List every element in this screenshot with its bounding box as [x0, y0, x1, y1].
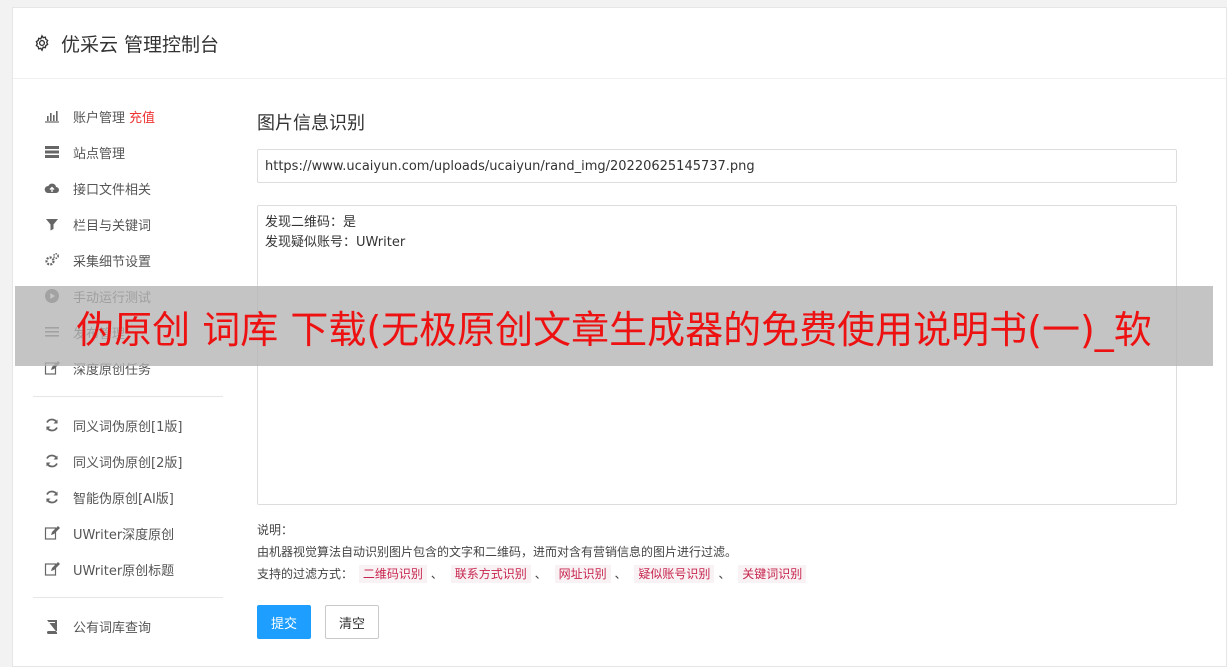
filter-methods: 支持的过滤方式： 二维码识别、 联系方式识别、 网址识别、 疑似账号识别、 关键…	[257, 563, 1177, 585]
sidebar-item-label: 站点管理	[73, 146, 126, 162]
refresh-icon	[43, 489, 61, 505]
bar-chart-icon	[43, 108, 61, 124]
description: 说明： 由机器视觉算法自动识别图片包含的文字和二维码，进而对含有营销信息的图片进…	[257, 519, 1177, 585]
filter-icon	[43, 216, 61, 232]
book-icon	[43, 618, 61, 634]
image-url-input[interactable]	[257, 149, 1177, 183]
description-label: 说明：	[257, 523, 294, 537]
sidebar-item-label: 账户管理	[73, 110, 126, 126]
sidebar-item[interactable]: 公有词库查询	[33, 608, 223, 644]
sidebar-item[interactable]: UWriter原创标题	[33, 551, 223, 587]
filter-tag-url: 网址识别	[554, 565, 611, 583]
gears-icon	[43, 252, 61, 268]
result-line: 发现疑似账号：UWriter	[265, 235, 406, 250]
page-header: 优采云 管理控制台	[13, 8, 1226, 79]
gear-icon	[35, 34, 49, 52]
sidebar-item-label: UWriter深度原创	[73, 527, 175, 543]
edit-icon	[43, 561, 61, 577]
filter-tag-keyword: 关键词识别	[738, 565, 807, 583]
sidebar-item-label: 接口文件相关	[73, 182, 152, 198]
filter-label: 支持的过滤方式：	[257, 567, 354, 581]
filter-tag-account: 疑似账号识别	[634, 565, 715, 583]
cloud-upload-icon	[43, 180, 61, 196]
refresh-icon	[43, 453, 61, 469]
sidebar-item-label: 智能伪原创[AI版]	[73, 491, 174, 507]
result-line: 发现二维码：是	[265, 215, 357, 230]
server-icon	[43, 144, 61, 160]
watermark-text: 伪原创 词库 下载(无极原创文章生成器的免费使用说明书(一)_软	[76, 307, 1152, 352]
description-text: 由机器视觉算法自动识别图片包含的文字和二维码，进而对含有营销信息的图片进行过滤。	[257, 545, 738, 559]
sidebar-item-label: 同义词伪原创[1版]	[73, 419, 183, 435]
sidebar-item-label: UWriter原创标题	[73, 563, 175, 579]
clear-button[interactable]: 清空	[325, 605, 380, 639]
page-title: 优采云 管理控制台	[61, 33, 220, 56]
sidebar-item[interactable]: 同义词伪原创[1版]	[33, 407, 223, 443]
sidebar: 账户管理充值站点管理接口文件相关栏目与关键词采集细节设置手动运行测试发布管理深度…	[33, 98, 223, 644]
refresh-icon	[43, 417, 61, 433]
sidebar-item-label: 采集细节设置	[73, 254, 152, 270]
sidebar-item-label: 同义词伪原创[2版]	[73, 455, 183, 471]
filter-tag-contact: 联系方式识别	[450, 565, 531, 583]
filter-tag-qrcode: 二维码识别	[358, 565, 427, 583]
sidebar-item[interactable]: 栏目与关键词	[33, 206, 223, 242]
section-title: 图片信息识别	[257, 113, 365, 134]
sidebar-item[interactable]: 同义词伪原创[2版]	[33, 443, 223, 479]
submit-button[interactable]: 提交	[257, 605, 312, 639]
recharge-link[interactable]: 充值	[129, 107, 155, 126]
main-panel: 图片信息识别 发现二维码：是 发现疑似账号：UWriter 说明： 由机器视觉算…	[257, 109, 1177, 639]
sidebar-item[interactable]: 账户管理 充值	[33, 98, 223, 134]
action-buttons: 提交 清空	[257, 605, 1177, 639]
sidebar-item-label: 公有词库查询	[73, 620, 152, 636]
sidebar-item[interactable]: 智能伪原创[AI版]	[33, 479, 223, 515]
sidebar-item[interactable]: 接口文件相关	[33, 170, 223, 206]
sidebar-divider	[33, 396, 223, 397]
watermark-banner: 伪原创 词库 下载(无极原创文章生成器的免费使用说明书(一)_软	[15, 286, 1213, 366]
sidebar-item[interactable]: 站点管理	[33, 134, 223, 170]
edit-icon	[43, 525, 61, 541]
sidebar-item[interactable]: UWriter深度原创	[33, 515, 223, 551]
sidebar-item-label: 栏目与关键词	[73, 218, 152, 234]
sidebar-item[interactable]: 采集细节设置	[33, 242, 223, 278]
sidebar-divider	[33, 597, 223, 598]
